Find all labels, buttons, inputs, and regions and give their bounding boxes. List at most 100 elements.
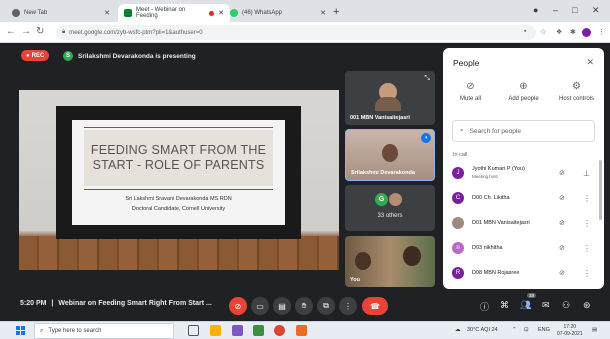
chat-icon[interactable]: ✉ [542, 300, 550, 311]
info-icon[interactable]: ⓘ [480, 300, 489, 313]
self-tile[interactable]: You [345, 236, 435, 287]
others-tile[interactable]: G 33 others [345, 185, 435, 231]
participant-role: Meeting host [472, 174, 498, 179]
recording-badge: ● REC [21, 50, 50, 61]
search-people-input[interactable]: ⌕ Search for people [452, 120, 595, 142]
more-options-icon[interactable]: ⋮ [583, 219, 591, 228]
network-icon[interactable]: ⊡ [524, 327, 529, 333]
mic-off-icon[interactable]: ⊘ [559, 219, 565, 227]
pin-icon[interactable]: ⊥ [583, 169, 590, 178]
mic-off-icon[interactable]: ⊘ [559, 269, 565, 277]
address-bar[interactable]: 🔒︎ meet.google.com/zyb-wsfc-ptm?pli=1&au… [56, 25, 536, 40]
wood-floor-graphic [19, 236, 339, 270]
present-button[interactable]: ⧉ [317, 297, 335, 315]
windows-taskbar: ⌕ Type here to search ☁ 30°C AQI 24 ⌃ ⊡ … [0, 321, 610, 339]
lock-icon[interactable]: ⊛ [583, 300, 591, 311]
more-options-icon[interactable]: ⋮ [583, 244, 591, 253]
participant-row[interactable]: J Jyothi Kumari P (You) Meeting host ⊘ ⊥ [452, 162, 595, 184]
minimize-icon[interactable]: – [553, 5, 558, 15]
taskbar-clock[interactable]: 17:20 07-09-2021 [557, 324, 583, 337]
tab-whatsapp[interactable]: (46) WhatsApp ✕ [224, 4, 332, 22]
language-indicator[interactable]: ENG [538, 327, 550, 333]
more-options-icon[interactable]: ⋮ [583, 194, 591, 203]
tab-new-tab[interactable]: New Tab ✕ [6, 4, 116, 22]
camera-icon[interactable]: ▪ [524, 28, 532, 36]
participant-tile[interactable]: ⤡ 001 MBN Vanisaitejasri [345, 71, 435, 125]
windows-start-icon[interactable] [16, 326, 25, 335]
chrome-taskbar-icon[interactable] [274, 325, 285, 336]
maximize-icon[interactable]: □ [572, 5, 577, 15]
record-dot-icon: ● [26, 52, 30, 59]
participant-row[interactable]: C D00 Ch. Likitha ⊘ ⋮ [452, 187, 595, 209]
close-tab-icon[interactable]: ✕ [104, 9, 110, 17]
add-people-button[interactable]: ⊕ Add people [496, 81, 551, 102]
menu-dots-icon[interactable]: ⋮ [598, 28, 606, 36]
raise-hand-button[interactable]: ✋︎ [295, 297, 313, 315]
notifications-icon[interactable]: ▤ [592, 327, 597, 333]
reload-icon[interactable]: ↻ [36, 26, 44, 37]
app-icon[interactable] [232, 325, 243, 336]
participant-tile-speaking[interactable]: ◖ Srilakshmi Devarakonda [345, 129, 435, 181]
more-options-icon[interactable]: ⋮ [583, 269, 591, 278]
profile-dot-icon[interactable]: ● [533, 5, 538, 15]
mute-all-button[interactable]: ⊘ Mute all [443, 81, 498, 102]
close-tab-icon[interactable]: ✕ [320, 9, 326, 17]
forward-arrow-icon[interactable]: → [21, 26, 31, 37]
app-icon[interactable] [296, 325, 307, 336]
activities-icon[interactable]: ⚇ [562, 300, 570, 311]
in-call-label: In call [453, 152, 468, 158]
meet-control-bar: 5:20 PM | Webinar on Feeding Smart Right… [0, 291, 610, 321]
app-icon[interactable] [253, 325, 264, 336]
others-photo-avatar [389, 193, 402, 206]
profile-avatar-icon[interactable] [582, 28, 591, 37]
camera-icon: ▭ [256, 301, 264, 311]
participant-row[interactable]: n D03 nikhitha ⊘ ⋮ [452, 237, 595, 259]
participant-row[interactable]: D01 MBN Vanisaitejasri ⊘ ⋮ [452, 212, 595, 234]
panel-title: People [453, 58, 480, 68]
weather-icon[interactable]: ☁ [455, 327, 461, 333]
speaking-indicator-icon: ◖ [421, 133, 431, 143]
taskbar-search-input[interactable]: ⌕ Type here to search [34, 323, 174, 339]
participant-row[interactable]: R D08 MBN Rojasree ⊘ ⋮ [452, 262, 595, 284]
tray-chevron-icon[interactable]: ⌃ [512, 327, 517, 333]
presenter-avatar: S [63, 51, 73, 61]
participant-name: D08 MBN Rojasree [472, 269, 520, 276]
more-options-button[interactable]: ⋮ [339, 297, 357, 315]
tab-title: Meet - Webinar on Feeding [136, 7, 186, 19]
file-explorer-icon[interactable] [210, 325, 221, 336]
pin-icon[interactable]: ⤡ [424, 75, 430, 83]
panel-scrollbar[interactable] [599, 160, 602, 220]
close-window-icon[interactable]: ✕ [592, 5, 600, 16]
host-controls-label: Host controls [558, 96, 594, 102]
participant-name: Srilakshmi Devarakonda [351, 170, 415, 176]
mic-off-icon[interactable]: ⊘ [559, 194, 565, 202]
slide-author: Sri Lakshmi Sravani Devarakonda MS RDN [125, 196, 232, 202]
hang-up-icon: ☎ [370, 301, 380, 311]
participant-face-image [382, 144, 398, 162]
tab-meet[interactable]: Meet - Webinar on Feeding ✕ [118, 4, 230, 22]
mic-toggle-button[interactable]: ⊘ [229, 297, 247, 315]
taskbar-search-placeholder: Type here to search [48, 328, 102, 334]
puzzle-icon[interactable]: ✱ [570, 28, 578, 36]
weather-text[interactable]: 30°C AQI 24 [467, 327, 498, 333]
participant-avatar: n [452, 242, 464, 254]
camera-toggle-button[interactable]: ▭ [251, 297, 269, 315]
close-panel-icon[interactable]: ✕ [586, 57, 594, 68]
mic-off-icon[interactable]: ⊘ [559, 244, 565, 252]
host-settings-icon[interactable]: ⌘ [500, 300, 509, 311]
people-icon[interactable]: 👥︎ [520, 300, 531, 311]
task-view-icon[interactable] [188, 325, 199, 336]
leave-call-button[interactable]: ☎ [362, 297, 388, 315]
mic-off-icon[interactable]: ⊘ [559, 169, 565, 177]
star-icon[interactable]: ☆ [540, 28, 548, 36]
back-arrow-icon[interactable]: ← [6, 26, 16, 37]
new-tab-plus-icon[interactable]: + [333, 6, 339, 18]
recording-indicator-icon [209, 10, 215, 16]
search-icon: ⌕ [40, 327, 44, 334]
more-options-icon: ⋮ [344, 301, 352, 311]
slide-frame: FEEDING SMART FROM THE START - ROLE OF P… [56, 106, 301, 239]
extension-icon[interactable]: ❖ [556, 28, 564, 36]
host-controls-button[interactable]: ⚙ Host controls [549, 81, 604, 102]
captions-button[interactable]: ▤ [273, 297, 291, 315]
hand-icon: ✋︎ [301, 301, 307, 310]
